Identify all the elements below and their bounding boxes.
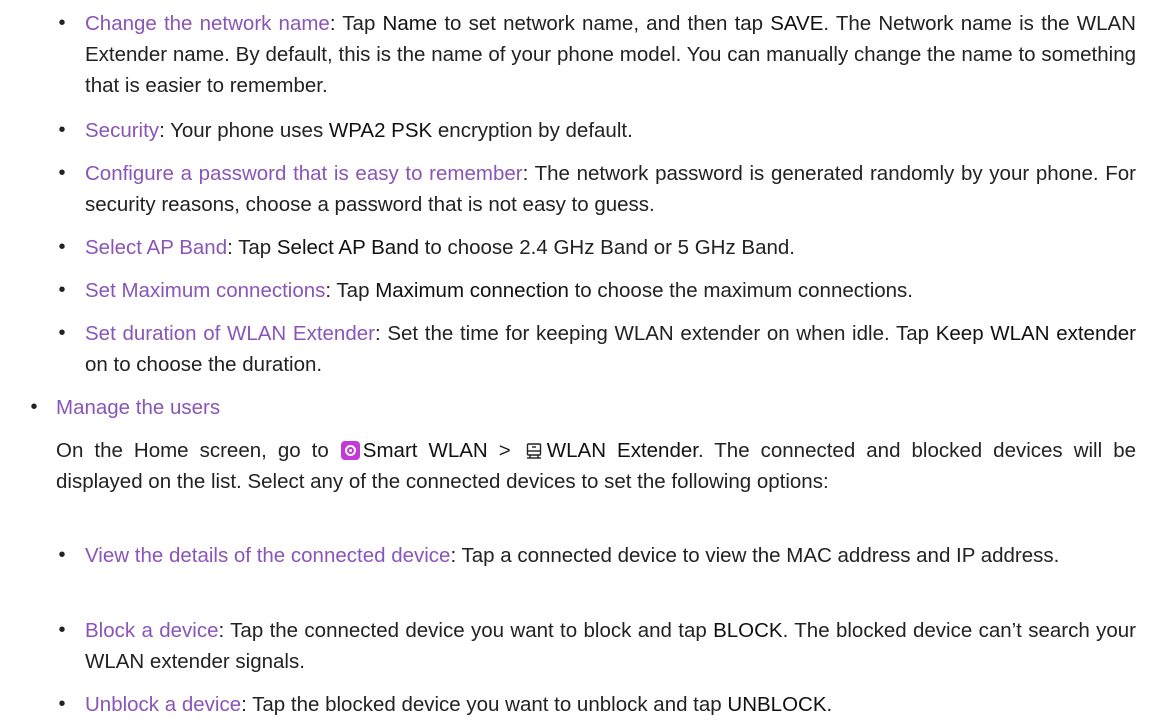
text-run: > (487, 439, 522, 462)
bullet: • (58, 693, 66, 715)
ui-term-block: BLOCK (713, 619, 783, 642)
text-run: encryption by default. (432, 119, 633, 142)
text-run: : Tap a connected device to view the MAC… (450, 544, 1060, 567)
smart-wlan-icon (340, 441, 360, 460)
ui-term-name: Name (382, 12, 438, 35)
list-item-set-duration: • Set duration of WLAN Extender: Set the… (58, 318, 1136, 380)
link-manage-users[interactable]: Manage the users (56, 396, 220, 419)
list-item-select-ap-band: • Select AP Band: Tap Select AP Band to … (58, 232, 1136, 263)
link-change-network-name[interactable]: Change the network name (85, 12, 330, 35)
text-run: : Tap (329, 12, 383, 35)
text-run: . (826, 693, 833, 716)
link-select-ap-band[interactable]: Select AP Band (85, 236, 227, 259)
bullet: • (58, 544, 66, 566)
bullet: • (58, 619, 66, 641)
ui-term-maximum-connection: Maximum connection (375, 279, 569, 302)
ui-term-unblock: UNBLOCK (727, 693, 827, 716)
bullet: • (58, 119, 66, 141)
list-item-security: • Security: Your phone uses WPA2 PSK enc… (58, 115, 1136, 146)
link-block-device[interactable]: Block a device (85, 619, 219, 642)
text-run: : Tap (325, 279, 376, 302)
bullet: • (58, 162, 66, 184)
text-run: On the Home screen, go to (56, 439, 340, 462)
text-run: : Tap the blocked device you want to unb… (241, 693, 728, 716)
list-item-unblock-device: • Unblock a device: Tap the blocked devi… (58, 689, 1136, 720)
document-page: • Change the network name: Tap Name to s… (0, 0, 1158, 718)
link-security[interactable]: Security (85, 119, 159, 142)
ui-term-wlan-extender: WLAN Extender (546, 439, 698, 462)
list-item-block-device: • Block a device: Tap the connected devi… (58, 615, 1136, 677)
list-item-configure-password: • Configure a password that is easy to r… (58, 158, 1136, 220)
list-item-manage-users: • Manage the users (30, 392, 1136, 423)
text-run: on to choose the duration. (85, 353, 323, 376)
ui-term-select-ap-band: Select AP Band (276, 236, 419, 259)
text-run: : Set the time for keeping WLAN extender… (374, 322, 936, 345)
bullet: • (58, 12, 66, 34)
bullet: • (58, 322, 66, 344)
bullet: • (58, 236, 66, 258)
ui-term-save: SAVE (770, 12, 824, 35)
list-item-max-connections: • Set Maximum connections: Tap Maximum c… (58, 275, 1136, 306)
link-unblock-device[interactable]: Unblock a device (85, 693, 241, 716)
list-item-change-network-name: • Change the network name: Tap Name to s… (58, 8, 1136, 101)
manage-users-paragraph: On the Home screen, go to Smart WLAN > W… (56, 435, 1136, 497)
bullet: • (58, 279, 66, 301)
link-view-details[interactable]: View the details of the connected device (85, 544, 450, 567)
ui-term-keep-wlan-extender: Keep WLAN extender (935, 322, 1136, 345)
text-run: : Your phone uses (159, 119, 329, 142)
wlan-extender-icon (526, 443, 541, 459)
text-run: to choose the maximum connections. (568, 279, 914, 302)
link-set-max-connections[interactable]: Set Maximum connections (85, 279, 325, 302)
list-item-view-details: • View the details of the connected devi… (58, 540, 1136, 571)
text-run: to set network name, and then tap (437, 12, 771, 35)
ui-term-smart-wlan: Smart WLAN (362, 439, 488, 462)
text-run: : Tap the connected device you want to b… (218, 619, 714, 642)
ui-term-wpa2-psk: WPA2 PSK (328, 119, 433, 142)
link-set-duration[interactable]: Set duration of WLAN Extender (85, 322, 375, 345)
link-configure-password[interactable]: Configure a password that is easy to rem… (85, 162, 523, 185)
text-run: : Tap (227, 236, 277, 259)
text-run: to choose 2.4 GHz Band or 5 GHz Band. (418, 236, 796, 259)
bullet: • (30, 396, 38, 418)
